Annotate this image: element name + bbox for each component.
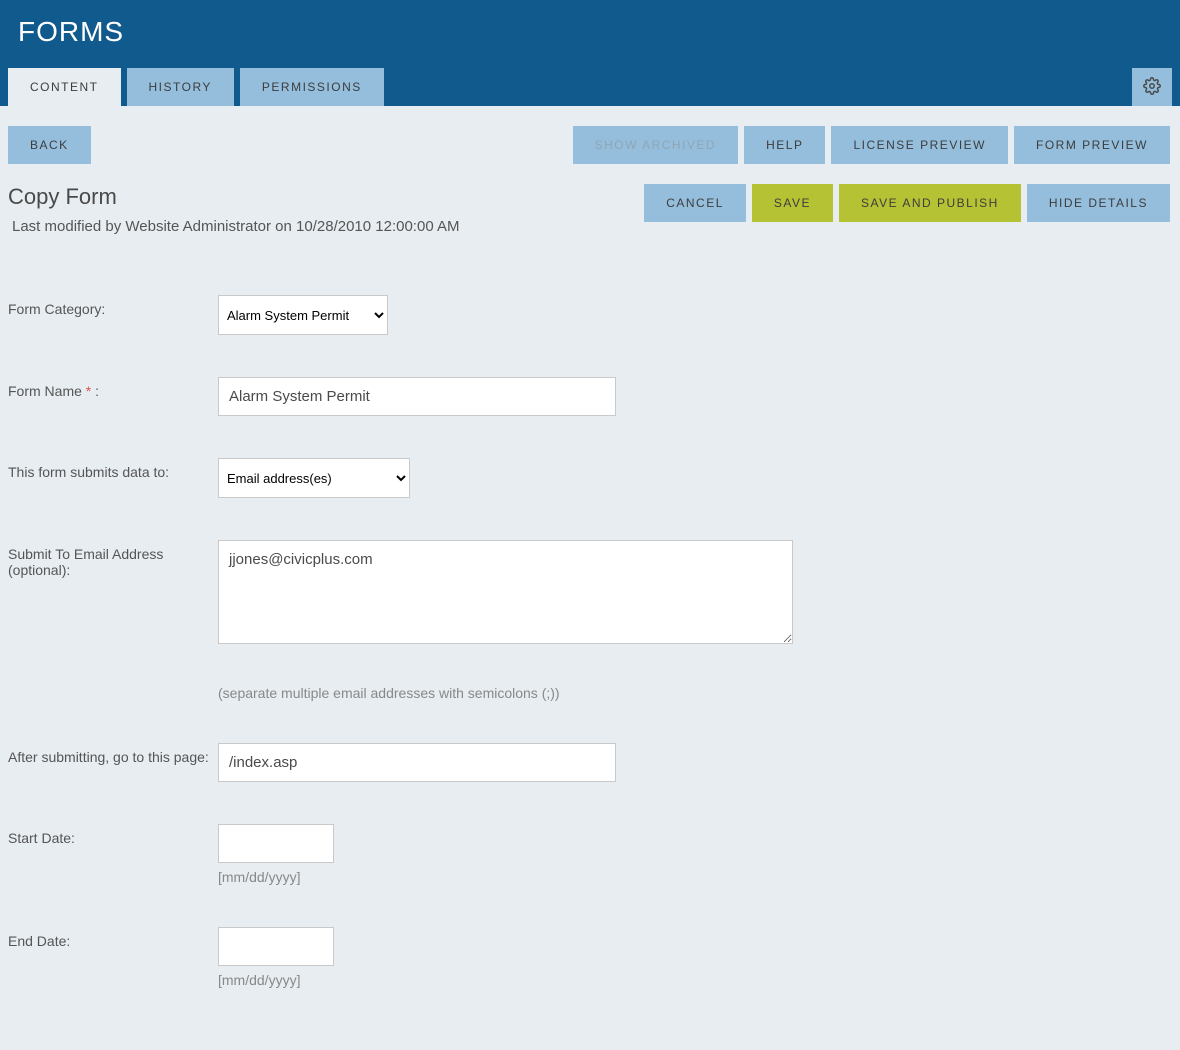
- submits-to-select[interactable]: Email address(es): [218, 458, 410, 498]
- last-modified-text: Last modified by Website Administrator o…: [8, 218, 460, 235]
- hide-details-button[interactable]: HIDE DETAILS: [1027, 184, 1170, 222]
- form-name-label: Form Name * :: [8, 377, 218, 399]
- cancel-button[interactable]: CANCEL: [644, 184, 746, 222]
- help-button[interactable]: HELP: [744, 126, 825, 164]
- tab-permissions[interactable]: PERMISSIONS: [240, 68, 384, 106]
- submit-email-textarea[interactable]: jjones@civicplus.com: [218, 540, 793, 644]
- end-date-label: End Date:: [8, 927, 218, 949]
- form-category-label: Form Category:: [8, 295, 218, 317]
- submits-to-label: This form submits data to:: [8, 458, 218, 480]
- form-category-select[interactable]: Alarm System Permit: [218, 295, 388, 335]
- form-preview-button[interactable]: FORM PREVIEW: [1014, 126, 1170, 164]
- after-submit-label: After submitting, go to this page:: [8, 743, 218, 765]
- after-submit-input[interactable]: [218, 743, 616, 782]
- page-title: Copy Form: [8, 184, 460, 210]
- show-archived-button[interactable]: SHOW ARCHIVED: [573, 126, 739, 164]
- submit-email-label: Submit To Email Address (optional):: [8, 540, 218, 578]
- back-button[interactable]: BACK: [8, 126, 91, 164]
- start-date-input[interactable]: [218, 824, 334, 863]
- start-date-label: Start Date:: [8, 824, 218, 846]
- page-header-title: FORMS: [8, 8, 1172, 68]
- tab-history[interactable]: HISTORY: [127, 68, 234, 106]
- start-date-hint: [mm/dd/yyyy]: [218, 869, 1172, 885]
- gear-icon: [1143, 77, 1161, 98]
- end-date-input[interactable]: [218, 927, 334, 966]
- save-button[interactable]: SAVE: [752, 184, 833, 222]
- submit-email-hint: (separate multiple email addresses with …: [218, 685, 1172, 701]
- settings-button[interactable]: [1132, 68, 1172, 106]
- tab-content[interactable]: CONTENT: [8, 68, 121, 106]
- save-publish-button[interactable]: SAVE AND PUBLISH: [839, 184, 1021, 222]
- end-date-hint: [mm/dd/yyyy]: [218, 972, 1172, 988]
- license-preview-button[interactable]: LICENSE PREVIEW: [831, 126, 1008, 164]
- form-name-input[interactable]: [218, 377, 616, 416]
